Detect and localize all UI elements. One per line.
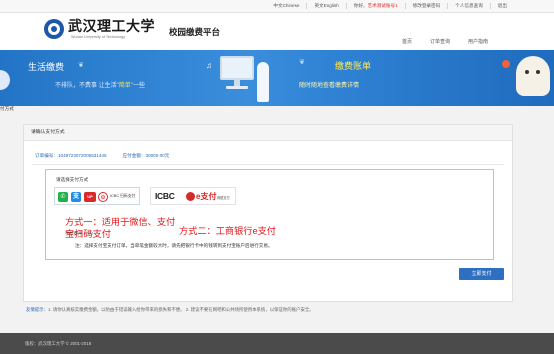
tips-text: 1. 请你认真核实缴费金额，以防由于错误输入给你带来的损失和不便。 2. 建议不…: [47, 307, 314, 312]
system-title: 校园缴费平台: [169, 27, 221, 37]
hero-banner: 生活缴费 ❦ 不排队，不费事 让生活"简单"一些 ♫ ❦ 缴费账单 随时随地查看…: [0, 50, 554, 106]
bird-icon-2: ❦: [299, 59, 305, 66]
main-nav: 首页 订单查询 用户指南: [402, 38, 488, 45]
monitor-illustration: [220, 56, 254, 80]
banner-right-title: 缴费账单: [335, 61, 372, 71]
top-links: 中文Chinese 英文English 你好， 艺术测试账号1 修改登录密码 个人信息查询…: [266, 3, 514, 9]
payment-note: 注：选择支付宝支付订单，当单笔金额较大时，请先把银行卡中的钱转到支付宝账户后进行…: [75, 243, 273, 248]
icbc-logo-icon: [186, 192, 195, 201]
nav-home[interactable]: 首页: [402, 38, 412, 45]
amount-label: 应付金额：: [122, 153, 146, 158]
copyright: 版权：武汉理工大学 © 2001-2018: [25, 341, 92, 346]
wechat-icon: ✆: [58, 192, 68, 202]
nav-user-guide[interactable]: 用户指南: [468, 38, 488, 45]
payment-option-icbc-epay[interactable]: ICBC e支付 网银支付: [150, 187, 236, 205]
top-link-3[interactable]: 艺术测试账号1: [368, 3, 405, 9]
person-illustration: [257, 62, 269, 102]
mascot-illustration: [516, 56, 550, 96]
site-footer: 版权：武汉理工大学 © 2001-2018: [0, 333, 554, 354]
ball-decoration: [502, 60, 510, 68]
breadcrumb: 付方式: [0, 106, 14, 111]
payment-option-scan[interactable]: ✆ 支 UP ⊙ ICBC 扫码支付: [54, 187, 140, 205]
decoration-shape: [0, 70, 10, 90]
annotation-method-2: 方式二：工商银行e支付: [179, 226, 276, 236]
top-link-2[interactable]: 你好，: [345, 3, 368, 9]
school-name-en: Wuhan University of Technology: [71, 35, 126, 39]
epay-brand: e支付: [196, 192, 217, 201]
order-number-label: 订单编号：: [35, 153, 58, 158]
banner-left-subtitle: 不排队，不费事 让生活"简单"一些: [55, 83, 145, 89]
choose-method-label: 请选择支付方式: [56, 177, 89, 182]
fee-label: 手续费用（元）:: [65, 231, 97, 236]
epay-tag: 网银支付: [217, 196, 230, 200]
order-summary: 订单编号：1049723072005531445 应付金额：30000.00元: [35, 153, 169, 159]
music-note-icon: ♫: [206, 61, 212, 70]
top-link-0[interactable]: 中文Chinese: [266, 3, 306, 9]
scan-icon: ⊙: [98, 192, 108, 202]
banner-left-title: 生活缴费: [28, 62, 65, 72]
divider: [32, 164, 504, 165]
friendly-tips: 友情提示：1. 请你认真核实缴费金额，以防由于错误输入给你带来的损失和不便。 2…: [26, 307, 314, 313]
option1-label: ICBC 扫码支付: [110, 194, 136, 198]
amount-value: 30000.00元: [145, 153, 170, 158]
banner-right-subtitle: 随时随地查看缴费详情: [299, 83, 360, 89]
pay-now-button[interactable]: 立即支付: [459, 268, 504, 280]
school-name: 武汉理工大学: [68, 19, 155, 35]
logo-emblem-icon: [44, 19, 64, 39]
nav-order-query[interactable]: 订单查询: [430, 38, 450, 45]
top-utility-bar: 中文Chinese 英文English 你好， 艺术测试账号1 修改登录密码 个人信息查询…: [0, 0, 554, 13]
site-header: 武汉理工大学 Wuhan University of Technology 校园…: [0, 13, 554, 50]
payment-method-box: 请选择支付方式 ✆ 支 UP ⊙ ICBC 扫码支付 ICBC e支付 网银支付…: [45, 169, 494, 260]
panel-title: 请确认支付方式: [24, 125, 512, 141]
bird-icon: ❦: [78, 62, 84, 69]
payment-panel: 请确认支付方式 订单编号：1049723072005531445 应付金额：300…: [23, 124, 513, 302]
top-link-6[interactable]: 退出: [489, 3, 514, 9]
tips-label: 友情提示：: [26, 307, 48, 312]
top-link-4[interactable]: 修改登录密码: [404, 3, 448, 9]
alipay-icon: 支: [71, 192, 81, 202]
unionpay-icon: UP: [84, 192, 96, 202]
top-link-1[interactable]: 英文English: [306, 3, 345, 9]
icbc-brand: ICBC: [155, 191, 175, 201]
top-link-5[interactable]: 个人信息查询: [447, 3, 490, 9]
order-number: 1049723072005531445: [57, 153, 107, 158]
